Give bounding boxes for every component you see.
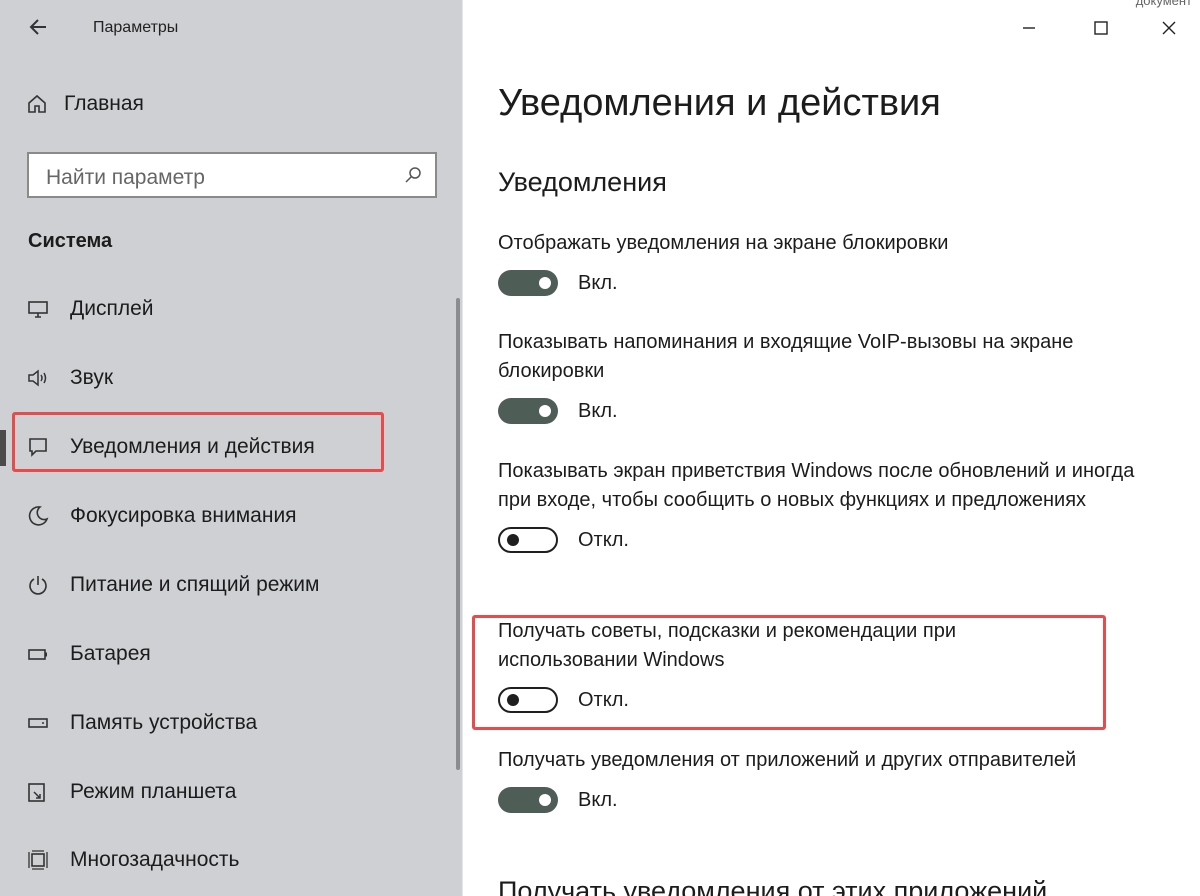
sound-icon (28, 369, 47, 387)
toggle-knob (539, 277, 551, 289)
group-title: Уведомления (498, 167, 667, 197)
sidebar-item-label: Дисплей (70, 297, 154, 320)
back-button[interactable] (26, 14, 52, 40)
moon-icon (28, 506, 49, 526)
toggle-knob (539, 794, 551, 806)
maximize-icon (1094, 21, 1108, 35)
sidebar-item-tablet-mode[interactable]: Режим планшета (0, 766, 440, 818)
setting-welcome-experience: Показывать экран приветствия Windows пос… (498, 457, 1138, 553)
sidebar-item-sound[interactable]: Звук (0, 352, 440, 404)
search-icon[interactable] (403, 165, 423, 185)
sidebar-item-label: Многозадачность (70, 848, 240, 871)
search-input[interactable]: Найти параметр (46, 166, 205, 190)
sidebar-item-battery[interactable]: Батарея (0, 628, 440, 680)
sidebar-item-label: Питание и спящий режим (70, 573, 320, 596)
multitasking-icon (28, 850, 48, 870)
setting-label: Показывать экран приветствия Windows пос… (498, 460, 1135, 511)
sidebar-scrollbar[interactable] (456, 298, 460, 770)
sidebar-item-label: Звук (70, 366, 114, 389)
minimize-icon (1023, 27, 1035, 29)
toggle-state: Вкл. (578, 399, 618, 422)
section-heading-app-senders: Получать уведомления от этих приложений (498, 876, 1048, 896)
tablet-mode-icon (28, 783, 45, 802)
toggle-switch[interactable] (498, 398, 558, 424)
sidebar-item-label: Фокусировка внимания (70, 504, 297, 527)
toggle-state: Вкл. (578, 271, 618, 294)
home-icon (28, 94, 46, 113)
storage-icon (28, 718, 48, 728)
setting-app-notifications: Получать уведомления от приложений и дру… (498, 746, 1138, 813)
highlight-box (12, 412, 384, 472)
app-title: Параметры (93, 19, 179, 36)
minimize-button[interactable] (1015, 14, 1043, 42)
toggle-switch[interactable] (498, 527, 558, 553)
sidebar-item-label: Режим планшета (70, 780, 237, 803)
setting-label: Получать уведомления от приложений и дру… (498, 749, 1077, 771)
home-label: Главная (64, 92, 144, 115)
setting-label: Показывать напоминания и входящие VoIP-в… (498, 331, 1074, 382)
maximize-button[interactable] (1087, 14, 1115, 42)
close-button[interactable] (1155, 14, 1183, 42)
setting-voip-reminders: Показывать напоминания и входящие VoIP-в… (498, 328, 1138, 424)
sidebar-item-display[interactable]: Дисплей (0, 283, 440, 335)
toggle-knob (539, 405, 551, 417)
battery-icon (28, 649, 47, 660)
display-icon (28, 301, 48, 318)
divider (462, 0, 463, 896)
sidebar-item-label: Память устройства (70, 711, 258, 734)
power-icon (29, 576, 47, 595)
sidebar-item-storage[interactable]: Память устройства (0, 697, 440, 749)
toggle-switch[interactable] (498, 270, 558, 296)
setting-lockscreen-notifications: Отображать уведомления на экране блокиро… (498, 229, 1138, 296)
section-heading: Система (28, 230, 113, 252)
sidebar-item-home[interactable]: Главная (26, 92, 144, 116)
search-box[interactable]: Найти параметр (27, 152, 437, 198)
toggle-state: Откл. (578, 528, 629, 551)
sidebar: Параметры Главная Найти параметр Система… (0, 0, 462, 896)
sidebar-item-label: Батарея (70, 642, 151, 665)
close-icon (1162, 21, 1176, 35)
toggle-knob (507, 534, 519, 546)
sidebar-item-power[interactable]: Питание и спящий режим (0, 559, 440, 611)
toggle-switch[interactable] (498, 787, 558, 813)
background-window-text: документ (1135, 0, 1192, 8)
toggle-state: Вкл. (578, 788, 618, 811)
arrow-left-icon (29, 19, 46, 35)
sidebar-item-focus-assist[interactable]: Фокусировка внимания (0, 490, 440, 542)
page-title: Уведомления и действия (498, 82, 941, 124)
setting-label: Отображать уведомления на экране блокиро… (498, 232, 949, 254)
sidebar-item-multitasking[interactable]: Многозадачность (0, 834, 440, 886)
main-panel: документ Уведомления и действия Уведомле… (462, 0, 1200, 896)
highlight-box (472, 615, 1106, 730)
